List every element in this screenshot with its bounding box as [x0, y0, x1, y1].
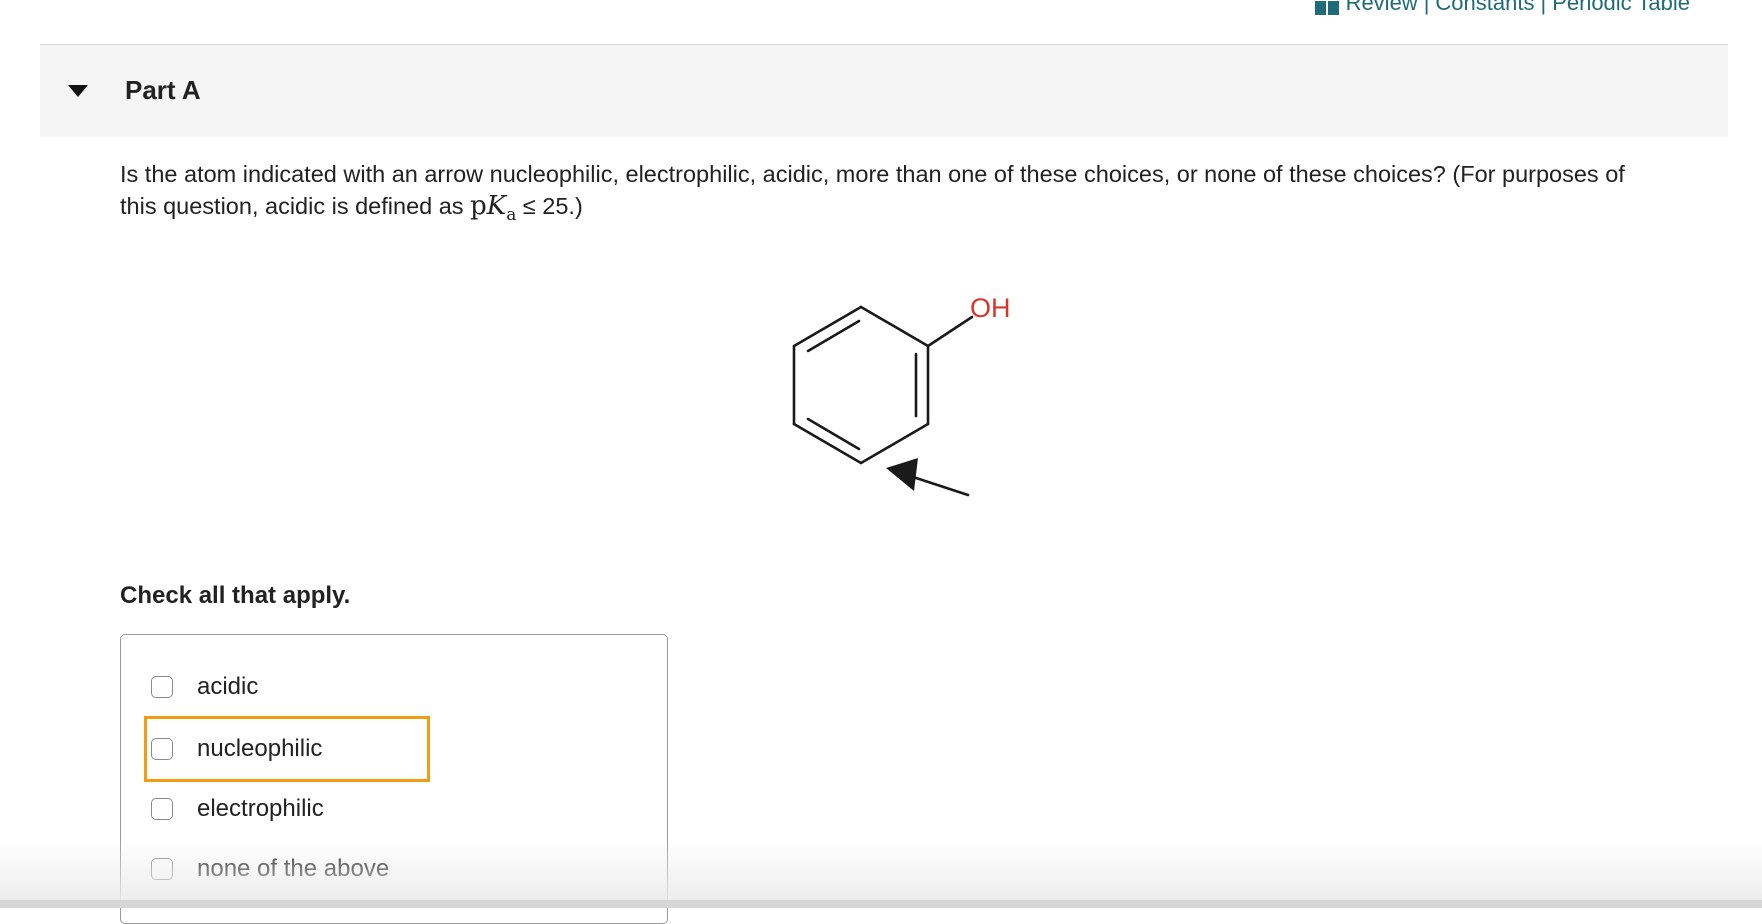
link-separator: | — [1423, 0, 1430, 15]
review-link[interactable]: Review — [1346, 0, 1418, 16]
option-label: acidic — [197, 673, 259, 700]
focus-outline — [144, 716, 430, 782]
arrow-head — [886, 458, 918, 491]
checkbox[interactable] — [151, 676, 173, 698]
book-icon — [1314, 0, 1340, 15]
math-k: K — [486, 191, 507, 221]
option-label: electrophilic — [197, 795, 324, 822]
caret-down-icon[interactable] — [68, 85, 88, 97]
part-header[interactable]: Part A — [40, 45, 1728, 137]
question-tail: ≤ 25.) — [516, 193, 583, 219]
checkbox[interactable] — [151, 798, 173, 820]
bottom-scroll-edge — [0, 900, 1762, 908]
link-separator: | — [1540, 0, 1547, 15]
option-label: none of the above — [197, 855, 390, 882]
check-all-instruction: Check all that apply. — [120, 582, 351, 609]
resource-links: Review | Constants | Periodic Table — [1314, 0, 1690, 16]
option-none-of-the-above[interactable]: none of the above — [151, 851, 389, 887]
option-acidic[interactable]: acidic — [151, 669, 258, 705]
constants-link[interactable]: Constants — [1435, 0, 1534, 16]
phenol-structure: OH — [760, 270, 1020, 510]
part-title: Part A — [125, 75, 201, 105]
checkbox[interactable] — [151, 858, 173, 880]
question-body: Is the atom indicated with an arrow nucl… — [120, 161, 1625, 219]
options-box: acidic nucleophilic electrophilic none o… — [120, 634, 668, 924]
question-text: Is the atom indicated with an arrow nucl… — [120, 158, 1660, 231]
oh-label: OH — [970, 293, 1011, 323]
option-electrophilic[interactable]: electrophilic — [151, 791, 324, 827]
math-p: p — [470, 191, 487, 221]
top-bar: Review | Constants | Periodic Table — [0, 0, 1762, 44]
pka-expression: pKa — [470, 191, 516, 225]
periodic-table-link[interactable]: Periodic Table — [1552, 0, 1690, 16]
math-sub: a — [506, 205, 517, 226]
